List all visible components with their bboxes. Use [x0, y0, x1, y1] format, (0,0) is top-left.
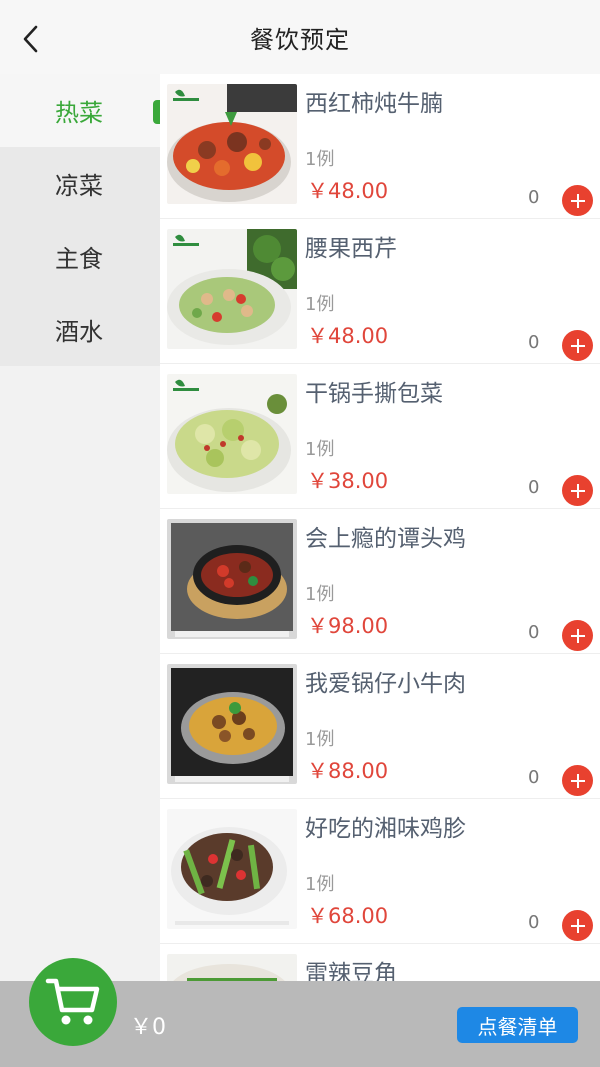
dish-item[interactable]: 我爱锅仔小牛肉 1例 ￥88.00 0 — [160, 654, 600, 799]
category-label: 凉菜 — [55, 172, 103, 200]
dish-photo — [167, 229, 297, 349]
dish-quantity: 0 — [528, 622, 540, 643]
active-indicator — [153, 100, 160, 124]
dish-item[interactable]: 会上瘾的谭头鸡 1例 ￥98.00 0 — [160, 509, 600, 654]
dish-price: ￥68.00 — [307, 904, 389, 928]
plus-icon — [570, 193, 585, 208]
category-sidebar: 热菜 凉菜 主食 酒水 — [0, 74, 160, 981]
dish-quantity: 0 — [528, 187, 540, 208]
dish-item[interactable]: 好吃的湘味鸡胗 1例 ￥68.00 0 — [160, 799, 600, 944]
plus-icon — [570, 773, 585, 788]
dish-unit: 1例 — [305, 149, 335, 170]
dish-price: ￥48.00 — [307, 179, 389, 203]
category-item-cold-dishes[interactable]: 凉菜 — [0, 147, 160, 220]
screen: 餐饮预定 热菜 凉菜 主食 酒水 西红柿炖牛腩 1例 ￥48.00 0 腰果西芹… — [0, 0, 600, 1067]
order-list-button[interactable]: 点餐清单 — [457, 1007, 578, 1043]
dish-photo — [167, 374, 297, 494]
dish-list[interactable]: 西红柿炖牛腩 1例 ￥48.00 0 腰果西芹 1例 ￥48.00 0 干锅手撕… — [160, 74, 600, 981]
dish-item[interactable]: 腰果西芹 1例 ￥48.00 0 — [160, 219, 600, 364]
header: 餐饮预定 — [0, 0, 600, 74]
category-item-hot-dishes[interactable]: 热菜 — [0, 74, 160, 147]
add-to-cart-button[interactable] — [562, 330, 593, 361]
dish-item[interactable]: 西红柿炖牛腩 1例 ￥48.00 0 — [160, 74, 600, 219]
dish-name: 腰果西芹 — [305, 236, 397, 262]
dish-unit: 1例 — [305, 439, 335, 460]
dish-price: ￥38.00 — [307, 469, 389, 493]
dish-unit: 1例 — [305, 874, 335, 895]
dish-name: 西红柿炖牛腩 — [305, 91, 443, 117]
dish-price: ￥88.00 — [307, 759, 389, 783]
dish-price: ￥48.00 — [307, 324, 389, 348]
plus-icon — [570, 628, 585, 643]
category-list: 热菜 凉菜 主食 酒水 — [0, 74, 160, 366]
cart-button[interactable] — [29, 958, 117, 1046]
dish-unit: 1例 — [305, 584, 335, 605]
page-title: 餐饮预定 — [250, 25, 350, 54]
add-to-cart-button[interactable] — [562, 620, 593, 651]
add-to-cart-button[interactable] — [562, 765, 593, 796]
dish-photo — [167, 954, 297, 981]
dish-price: ￥98.00 — [307, 614, 389, 638]
dish-item[interactable]: 雷辣豆角 — [160, 944, 600, 981]
dish-name: 会上瘾的谭头鸡 — [305, 526, 466, 552]
dish-quantity: 0 — [528, 477, 540, 498]
dish-photo — [167, 664, 297, 784]
dish-photo — [167, 84, 297, 204]
dish-quantity: 0 — [528, 912, 540, 933]
category-label: 主食 — [55, 245, 103, 273]
shopping-cart-icon — [45, 978, 100, 1025]
chevron-left-icon — [23, 25, 38, 53]
dish-unit: 1例 — [305, 294, 335, 315]
back-button[interactable] — [14, 22, 48, 56]
category-label: 酒水 — [55, 318, 103, 346]
dish-name: 干锅手撕包菜 — [305, 381, 443, 407]
add-to-cart-button[interactable] — [562, 185, 593, 216]
plus-icon — [570, 338, 585, 353]
dish-photo — [167, 809, 297, 929]
dish-name: 好吃的湘味鸡胗 — [305, 816, 466, 842]
dish-name: 我爱锅仔小牛肉 — [305, 671, 466, 697]
cart-total: ￥0 — [130, 1015, 166, 1040]
dish-quantity: 0 — [528, 332, 540, 353]
plus-icon — [570, 918, 585, 933]
dish-name: 雷辣豆角 — [305, 961, 397, 981]
dish-item[interactable]: 干锅手撕包菜 1例 ￥38.00 0 — [160, 364, 600, 509]
add-to-cart-button[interactable] — [562, 475, 593, 506]
category-item-drinks[interactable]: 酒水 — [0, 293, 160, 366]
dish-quantity: 0 — [528, 767, 540, 788]
category-label: 热菜 — [55, 99, 103, 127]
dish-photo — [167, 519, 297, 639]
plus-icon — [570, 483, 585, 498]
dish-unit: 1例 — [305, 729, 335, 750]
category-item-staple-food[interactable]: 主食 — [0, 220, 160, 293]
add-to-cart-button[interactable] — [562, 910, 593, 941]
